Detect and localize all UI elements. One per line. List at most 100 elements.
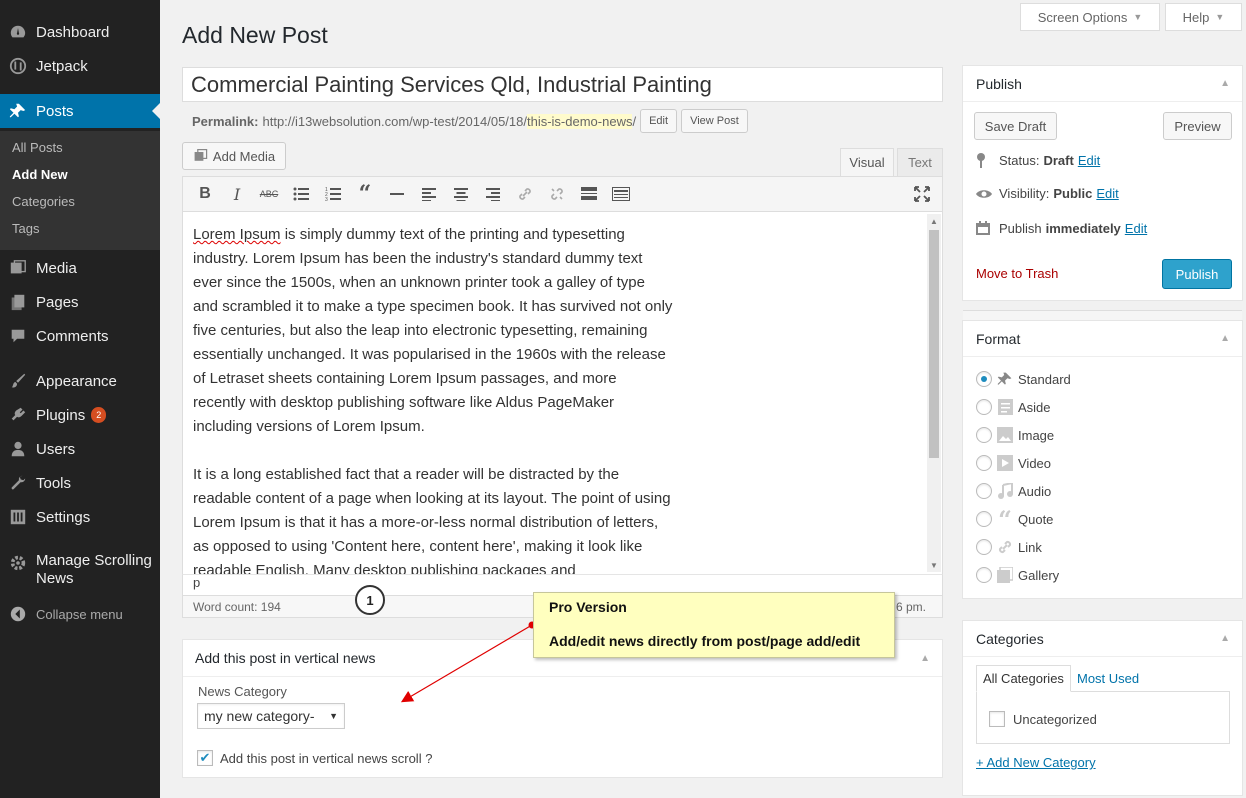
format-option-gallery[interactable]: Gallery — [976, 565, 1059, 585]
menu-label: Manage Scrolling News — [36, 552, 152, 588]
categories-box-header[interactable]: Categories ▲ — [963, 621, 1242, 657]
numbered-list-icon[interactable]: 123 — [317, 180, 349, 208]
editor-scrollbar[interactable]: ▲ ▼ — [927, 214, 941, 572]
add-new-category-link[interactable]: + Add New Category — [976, 755, 1096, 770]
scroll-up-icon[interactable]: ▲ — [927, 214, 941, 228]
format-radio[interactable] — [976, 455, 992, 471]
submenu-categories[interactable]: Categories — [12, 194, 75, 209]
save-draft-button[interactable]: Save Draft — [974, 112, 1057, 140]
format-radio[interactable] — [976, 399, 992, 415]
format-option-aside[interactable]: Aside — [976, 397, 1051, 417]
screen-options-button[interactable]: Screen Options ▼ — [1020, 3, 1160, 31]
collapse-arrow-icon[interactable]: ▲ — [1220, 633, 1230, 644]
menu-plugins[interactable]: Plugins 2 — [0, 398, 160, 432]
caret-down-icon: ▼ — [1133, 12, 1143, 22]
align-center-icon[interactable] — [445, 180, 477, 208]
tab-all-categories[interactable]: All Categories — [976, 665, 1071, 692]
news-category-select[interactable]: my new category- ▼ — [197, 703, 345, 729]
format-option-audio[interactable]: Audio — [976, 481, 1051, 501]
collapse-arrow-icon[interactable]: ▲ — [1220, 78, 1230, 89]
format-radio[interactable] — [976, 483, 992, 499]
format-radio[interactable] — [976, 511, 992, 527]
format-radio[interactable] — [976, 539, 992, 555]
publish-button[interactable]: Publish — [1162, 259, 1232, 289]
bold-icon[interactable]: B — [189, 180, 221, 208]
tab-text[interactable]: Text — [897, 148, 943, 176]
menu-media[interactable]: Media — [0, 251, 160, 285]
menu-tools[interactable]: Tools — [0, 466, 160, 500]
blockquote-icon[interactable]: “ — [349, 180, 381, 208]
align-right-icon[interactable] — [477, 180, 509, 208]
format-label: Standard — [1018, 371, 1071, 387]
italic-icon[interactable]: I — [221, 180, 253, 208]
menu-posts[interactable]: Posts — [0, 94, 160, 128]
edit-status-link[interactable]: Edit — [1078, 153, 1100, 168]
tab-visual[interactable]: Visual — [840, 148, 894, 176]
help-button[interactable]: Help ▼ — [1165, 3, 1242, 31]
vertical-news-checkbox-row[interactable]: ✔ Add this post in vertical news scroll … — [197, 750, 432, 766]
link-icon[interactable] — [509, 180, 541, 208]
menu-label: Posts — [36, 102, 74, 120]
format-option-image[interactable]: Image — [976, 425, 1054, 445]
read-more-icon[interactable] — [573, 180, 605, 208]
add-media-button[interactable]: Add Media — [182, 142, 286, 170]
news-category-value: my new category- — [204, 708, 315, 724]
menu-comments[interactable]: Comments — [0, 319, 160, 353]
strikethrough-icon[interactable]: ABC — [253, 180, 285, 208]
audio-icon — [992, 483, 1018, 499]
format-option-quote[interactable]: “ Quote — [976, 505, 1053, 534]
category-checkbox[interactable] — [989, 711, 1005, 727]
unlink-icon[interactable] — [541, 180, 573, 208]
toolbar-toggle-icon[interactable] — [605, 180, 637, 208]
vertical-news-checkbox[interactable]: ✔ — [197, 750, 213, 766]
edit-schedule-link[interactable]: Edit — [1125, 221, 1147, 236]
edit-visibility-link[interactable]: Edit — [1096, 186, 1118, 201]
format-option-link[interactable]: Link — [976, 537, 1042, 557]
menu-manage-scrolling-news[interactable]: Manage Scrolling News — [0, 552, 160, 592]
post-title-input[interactable] — [183, 68, 942, 101]
move-to-trash-link[interactable]: Move to Trash — [976, 266, 1058, 281]
view-post-button[interactable]: View Post — [681, 109, 748, 133]
format-radio[interactable] — [976, 371, 992, 387]
horizontal-line-icon[interactable] — [381, 180, 413, 208]
submenu-all-posts[interactable]: All Posts — [12, 140, 63, 155]
menu-dashboard[interactable]: Dashboard — [0, 15, 160, 49]
edit-permalink-button[interactable]: Edit — [640, 109, 678, 133]
tab-most-used[interactable]: Most Used — [1071, 665, 1145, 692]
vertical-news-box-title: Add this post in vertical news — [195, 650, 376, 666]
scrollbar-thumb[interactable] — [929, 230, 939, 458]
editor-content[interactable]: Lorem Ipsum is simply dummy text of the … — [182, 212, 943, 574]
align-left-icon[interactable] — [413, 180, 445, 208]
category-item[interactable]: Uncategorized — [989, 711, 1097, 727]
collapse-menu[interactable]: Collapse menu — [0, 597, 160, 631]
submenu-tags[interactable]: Tags — [12, 221, 39, 236]
submenu-add-new[interactable]: Add New — [12, 167, 68, 182]
visibility-row: Visibility: Public Edit — [975, 186, 1119, 201]
publish-box-header[interactable]: Publish ▲ — [963, 66, 1242, 102]
menu-jetpack[interactable]: Jetpack — [0, 49, 160, 83]
format-radio[interactable] — [976, 427, 992, 443]
bullet-list-icon[interactable] — [285, 180, 317, 208]
post-content[interactable]: Lorem Ipsum is simply dummy text of the … — [193, 223, 673, 574]
preview-button[interactable]: Preview — [1163, 112, 1232, 140]
permalink-slug[interactable]: this-is-demo-news — [526, 113, 633, 129]
menu-pages[interactable]: Pages — [0, 285, 160, 319]
menu-label: Pages — [36, 293, 79, 311]
gear-icon — [0, 552, 36, 572]
media-icon — [193, 148, 209, 164]
menu-label-line1: Manage Scrolling — [36, 552, 152, 569]
vertical-news-checkbox-label: Add this post in vertical news scroll ? — [220, 750, 433, 766]
format-option-video[interactable]: Video — [976, 453, 1051, 473]
collapse-arrow-icon[interactable]: ▲ — [1220, 333, 1230, 344]
format-radio[interactable] — [976, 567, 992, 583]
menu-appearance[interactable]: Appearance — [0, 364, 160, 398]
scroll-down-icon[interactable]: ▼ — [927, 558, 941, 572]
status-row: Status: Draft Edit — [975, 152, 1100, 168]
format-option-standard[interactable]: Standard — [976, 369, 1071, 389]
format-box-header[interactable]: Format ▲ — [963, 321, 1242, 357]
menu-settings[interactable]: Settings — [0, 500, 160, 534]
menu-users[interactable]: Users — [0, 432, 160, 466]
fullscreen-icon[interactable] — [906, 180, 938, 208]
collapse-arrow-icon[interactable]: ▲ — [920, 653, 930, 664]
visibility-label: Visibility: — [999, 186, 1050, 201]
